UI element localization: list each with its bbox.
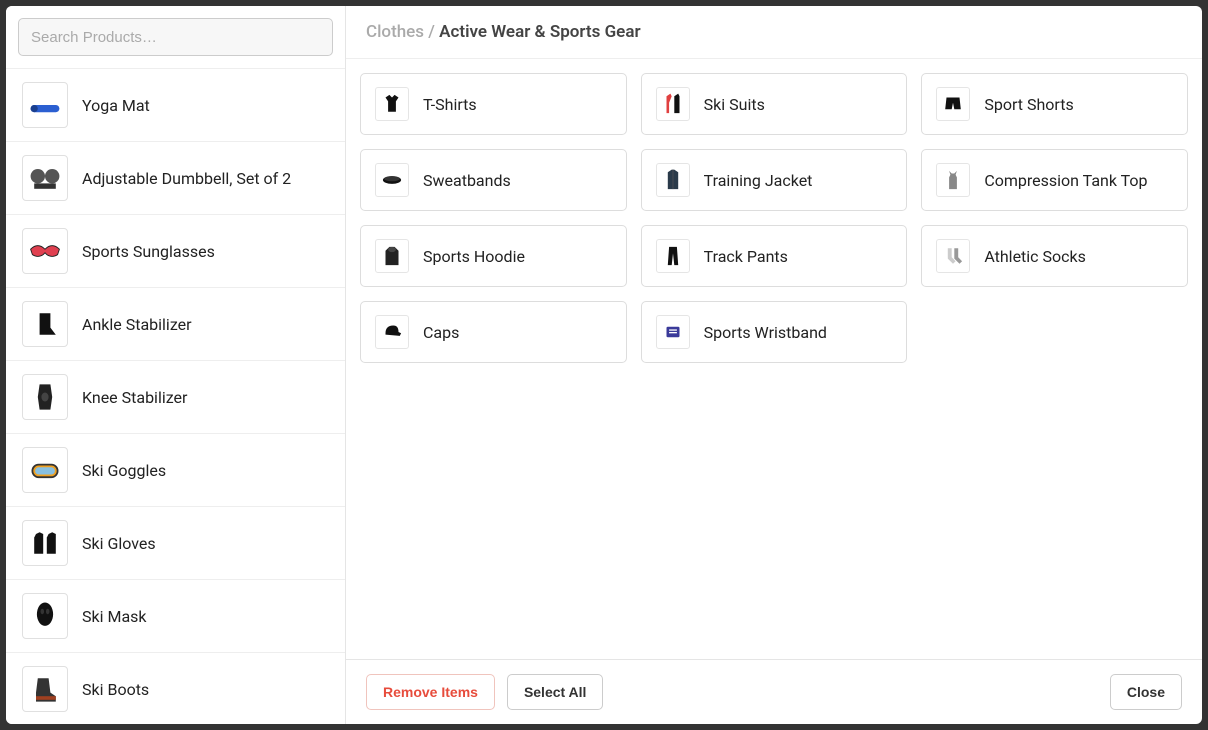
ankle-brace-icon — [22, 301, 68, 347]
sidebar-item-label: Yoga Mat — [82, 96, 150, 115]
product-card-label: Ski Suits — [704, 95, 765, 114]
modal-footer: Remove Items Select All Close — [346, 659, 1202, 724]
ski-suit-icon — [656, 87, 690, 121]
product-card-label: Compression Tank Top — [984, 171, 1147, 190]
product-card[interactable]: Track Pants — [641, 225, 908, 287]
sidebar-item[interactable]: Sports Sunglasses — [6, 215, 345, 288]
wristband-icon — [656, 315, 690, 349]
sidebar-item[interactable]: Ski Boots — [6, 653, 345, 724]
sidebar: Yoga Mat Adjustable Dumbbell, Set of 2 Spo… — [6, 6, 346, 724]
product-card[interactable]: Athletic Socks — [921, 225, 1188, 287]
product-card-label: Caps — [423, 323, 459, 342]
select-all-button[interactable]: Select All — [507, 674, 604, 710]
sidebar-item[interactable]: Ankle Stabilizer — [6, 288, 345, 361]
sidebar-item-label: Adjustable Dumbbell, Set of 2 — [82, 169, 291, 188]
product-card[interactable]: Sport Shorts — [921, 73, 1188, 135]
product-card-label: Training Jacket — [704, 171, 813, 190]
tank-icon — [936, 163, 970, 197]
product-card-label: Athletic Socks — [984, 247, 1086, 266]
product-selector-modal: Yoga Mat Adjustable Dumbbell, Set of 2 Spo… — [6, 6, 1202, 724]
product-card[interactable]: Sports Wristband — [641, 301, 908, 363]
product-card[interactable]: Ski Suits — [641, 73, 908, 135]
sidebar-item[interactable]: Knee Stabilizer — [6, 361, 345, 434]
tshirt-icon — [375, 87, 409, 121]
sidebar-item-label: Ski Mask — [82, 607, 147, 626]
product-card-label: Sports Hoodie — [423, 247, 525, 266]
product-card-label: Track Pants — [704, 247, 788, 266]
sidebar-item-label: Ski Goggles — [82, 461, 166, 480]
product-card-label: T-Shirts — [423, 95, 477, 114]
sidebar-item[interactable]: Adjustable Dumbbell, Set of 2 — [6, 142, 345, 215]
sidebar-item[interactable]: Ski Mask — [6, 580, 345, 653]
product-card[interactable]: T-Shirts — [360, 73, 627, 135]
sidebar-item-label: Knee Stabilizer — [82, 388, 187, 407]
sweatband-icon — [375, 163, 409, 197]
breadcrumb-current: Active Wear & Sports Gear — [439, 22, 640, 42]
breadcrumb: Clothes / Active Wear & Sports Gear — [346, 6, 1202, 59]
sidebar-item-label: Sports Sunglasses — [82, 242, 215, 261]
sidebar-item-label: Ankle Stabilizer — [82, 315, 192, 334]
sidebar-list: Yoga Mat Adjustable Dumbbell, Set of 2 Spo… — [6, 69, 345, 724]
product-card-label: Sports Wristband — [704, 323, 827, 342]
remove-items-button[interactable]: Remove Items — [366, 674, 495, 710]
main-panel: Clothes / Active Wear & Sports Gear T-Sh… — [346, 6, 1202, 724]
search-wrap — [6, 6, 345, 69]
knee-brace-icon — [22, 374, 68, 420]
product-card[interactable]: Compression Tank Top — [921, 149, 1188, 211]
product-card-label: Sport Shorts — [984, 95, 1073, 114]
product-card[interactable]: Sports Hoodie — [360, 225, 627, 287]
product-card[interactable]: Training Jacket — [641, 149, 908, 211]
mask-icon — [22, 593, 68, 639]
jacket-icon — [656, 163, 690, 197]
product-card-label: Sweatbands — [423, 171, 511, 190]
shorts-icon — [936, 87, 970, 121]
close-button[interactable]: Close — [1110, 674, 1182, 710]
sunglasses-icon — [22, 228, 68, 274]
sidebar-item[interactable]: Yoga Mat — [6, 69, 345, 142]
boots-icon — [22, 666, 68, 712]
product-card[interactable]: Caps — [360, 301, 627, 363]
search-input[interactable] — [18, 18, 333, 56]
hoodie-icon — [375, 239, 409, 273]
breadcrumb-prefix: Clothes / — [366, 22, 435, 42]
dumbbell-icon — [22, 155, 68, 201]
sidebar-item-label: Ski Boots — [82, 680, 149, 699]
goggles-icon — [22, 447, 68, 493]
sidebar-item[interactable]: Ski Goggles — [6, 434, 345, 507]
yoga-mat-icon — [22, 82, 68, 128]
pants-icon — [656, 239, 690, 273]
gloves-icon — [22, 520, 68, 566]
cap-icon — [375, 315, 409, 349]
product-grid: T-Shirts Ski Suits Sport Shorts Sweatbands T… — [346, 59, 1202, 659]
product-card[interactable]: Sweatbands — [360, 149, 627, 211]
sidebar-item-label: Ski Gloves — [82, 534, 156, 553]
socks-icon — [936, 239, 970, 273]
sidebar-item[interactable]: Ski Gloves — [6, 507, 345, 580]
